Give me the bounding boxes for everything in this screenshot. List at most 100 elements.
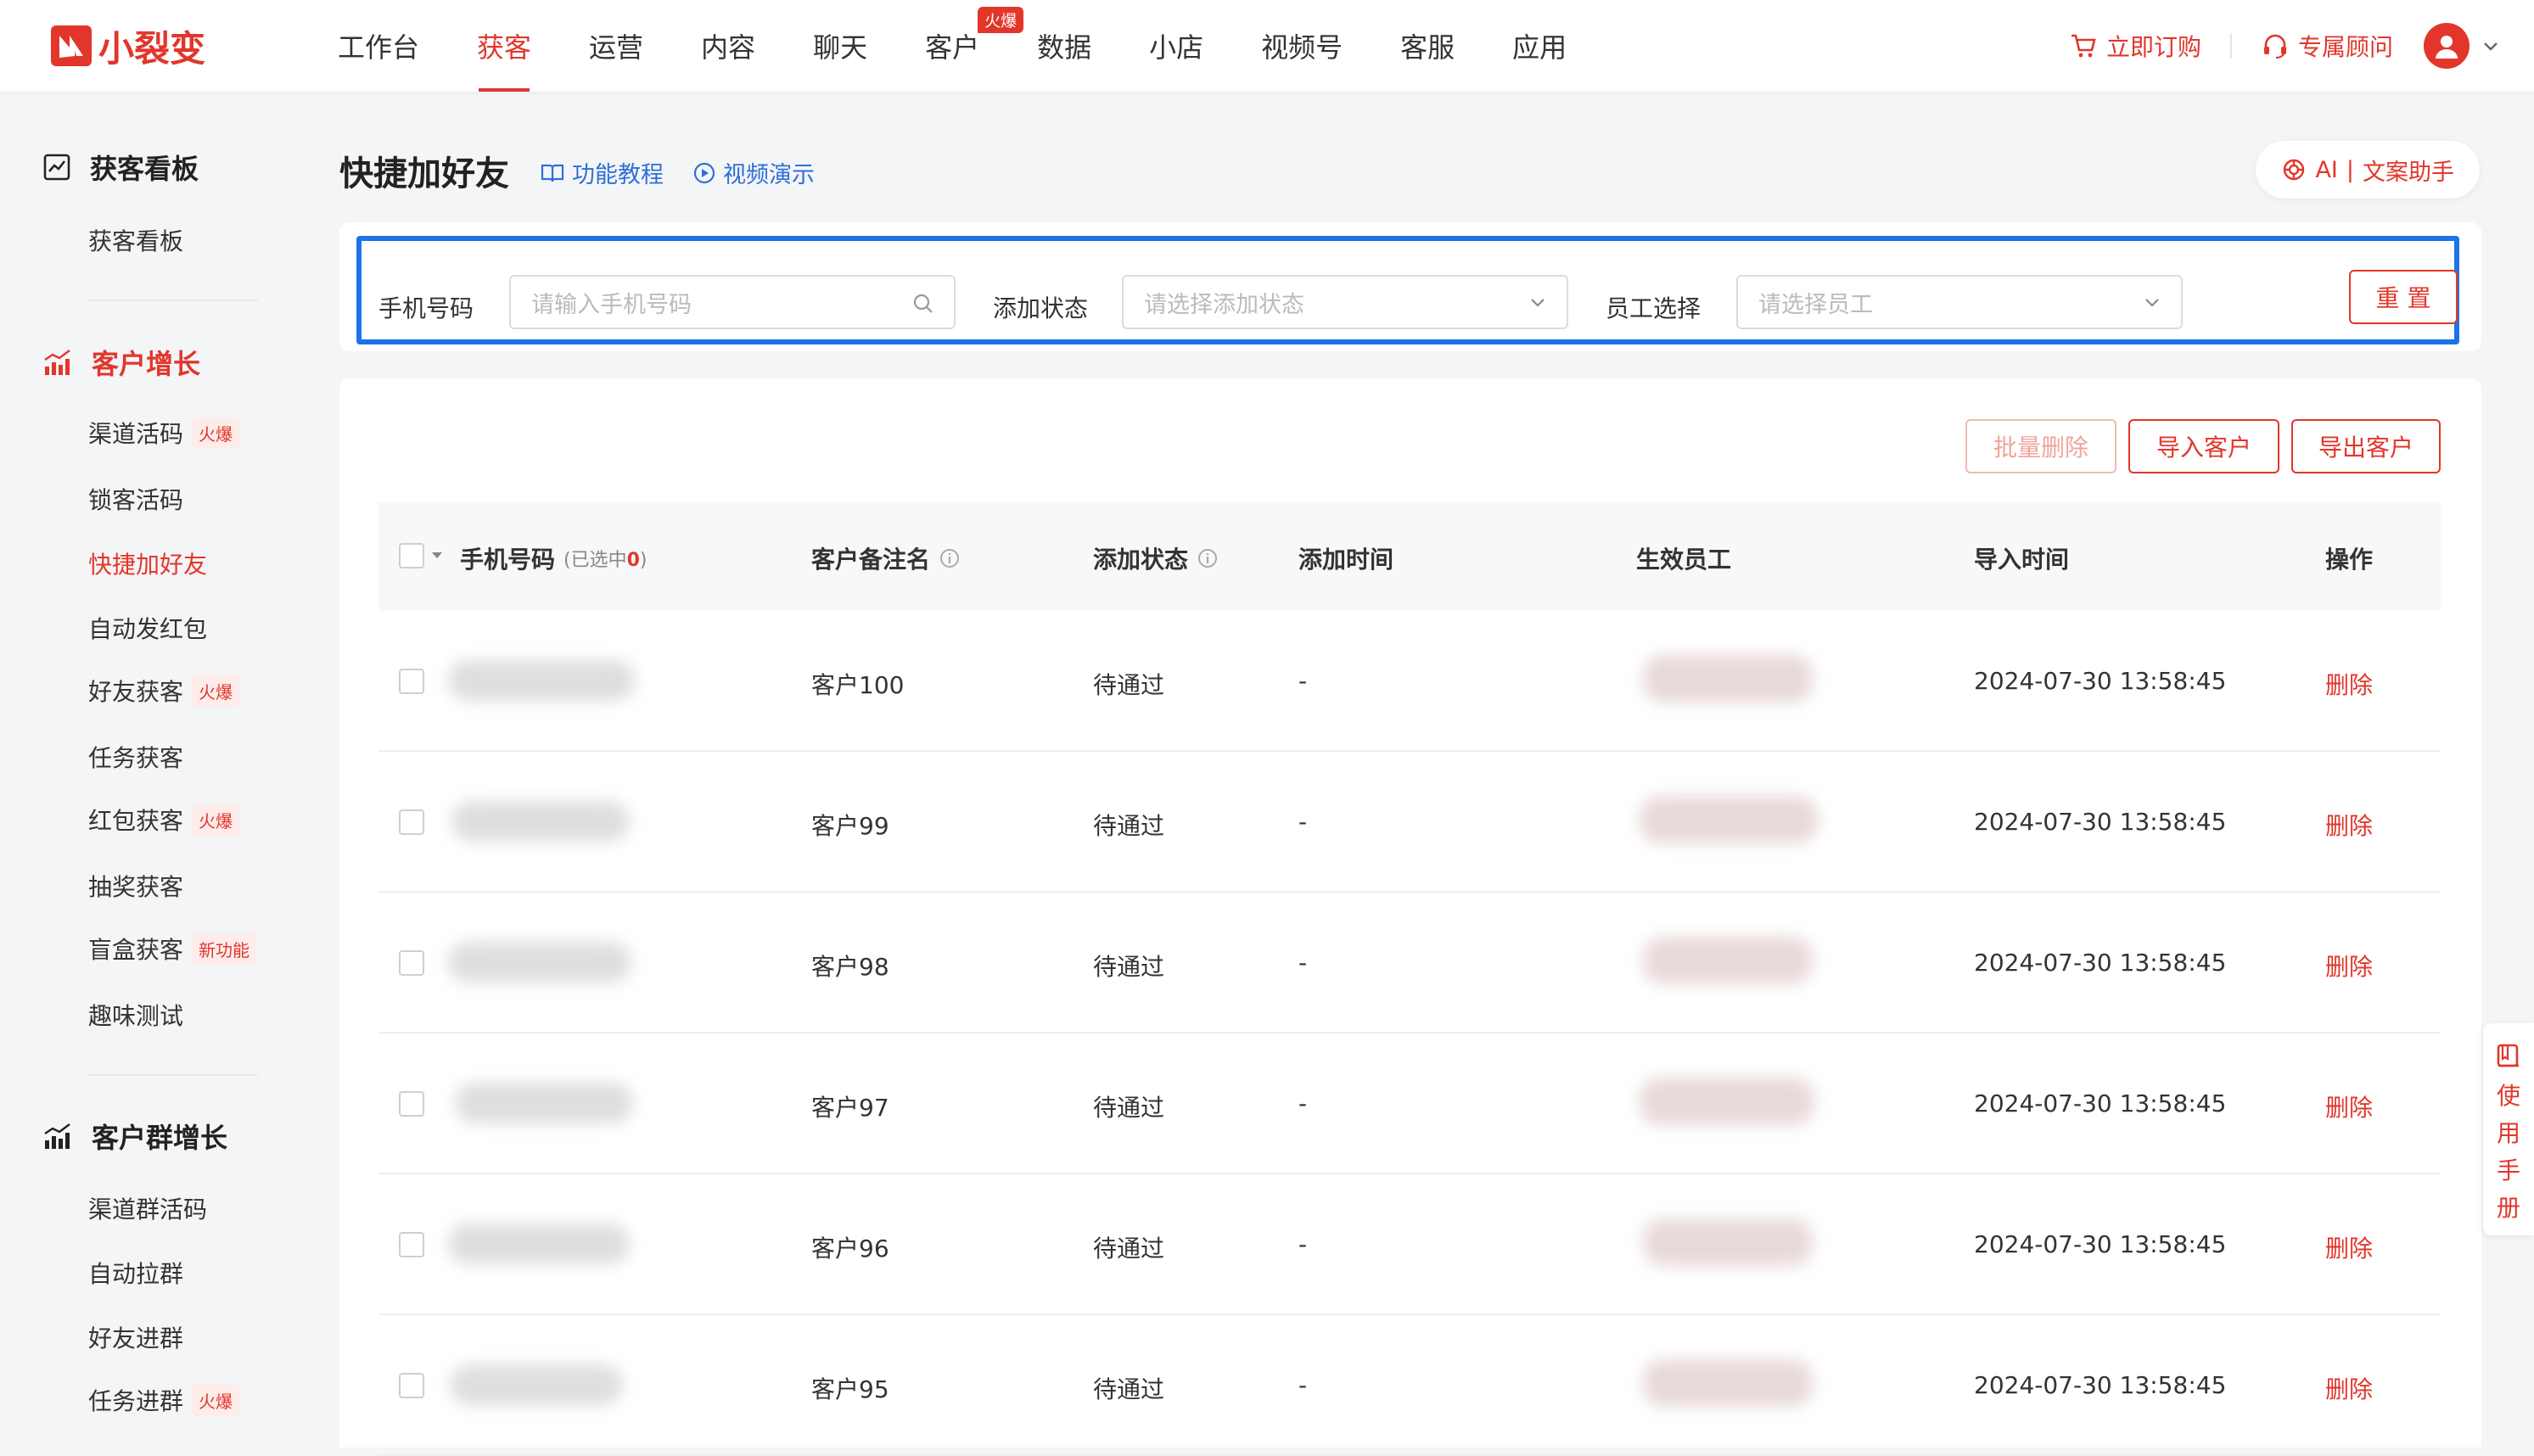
divider <box>2229 33 2232 59</box>
table-row: 客户96 待通过 - 2024-07-30 13:58:45 删除 <box>378 1174 2441 1315</box>
info-icon[interactable] <box>939 547 961 569</box>
status-cell: 待通过 <box>1093 671 1165 699</box>
sidebar-item-fun-quiz[interactable]: 趣味测试 <box>88 998 183 1032</box>
order-now-label: 立即订购 <box>2105 33 2201 61</box>
nav-item-chat[interactable]: 聊天 <box>813 0 867 92</box>
reset-button[interactable]: 重 置 <box>2349 270 2458 324</box>
nav-item-channels[interactable]: 视频号 <box>1261 0 1343 92</box>
sidebar-item-friend-acquire[interactable]: 好友获客 火爆 <box>88 674 240 708</box>
row-checkbox[interactable] <box>399 950 424 976</box>
play-circle-icon <box>693 162 715 183</box>
import-customer-button[interactable]: 导入客户 <box>2128 419 2279 473</box>
select-all-checkbox[interactable] <box>399 543 424 568</box>
sidebar-item-red-packet-acquire[interactable]: 红包获客 火爆 <box>88 803 240 837</box>
sidebar-item-lottery-acquire[interactable]: 抽奖获客 <box>88 869 183 903</box>
nav-item-shop[interactable]: 小店 <box>1149 0 1203 92</box>
nav-item-data[interactable]: 数据 <box>1037 0 1091 92</box>
nav-label: 小店 <box>1149 31 1204 64</box>
delete-link[interactable]: 删除 <box>2325 808 2373 842</box>
phone-search-input[interactable]: 请输入手机号码 <box>509 275 956 329</box>
chevron-down-icon[interactable] <box>2481 36 2500 55</box>
add-time-cell: - <box>1298 667 1308 695</box>
divider <box>88 1074 258 1076</box>
selected-suffix: ) <box>639 550 648 571</box>
nav-item-acquire[interactable]: 获客 <box>477 0 531 92</box>
nav-item-customer[interactable]: 客户 火爆 <box>925 0 1024 92</box>
sidebar-group-group-growth[interactable]: 客户群增长 <box>42 1117 227 1156</box>
sidebar-item-channel-group-qr[interactable]: 渠道群活码 <box>88 1191 207 1225</box>
table-row: 客户98 待通过 - 2024-07-30 13:58:45 删除 <box>378 893 2441 1033</box>
staff-select[interactable]: 请选择员工 <box>1736 275 2183 329</box>
column-status: 添加状态 <box>1093 541 1219 575</box>
phone-filter-label: 手机号码 <box>378 294 474 322</box>
column-import-time: 导入时间 <box>1974 541 2069 575</box>
row-checkbox[interactable] <box>399 809 424 835</box>
column-import-time-label: 导入时间 <box>1974 546 2070 574</box>
delete-link[interactable]: 删除 <box>2325 1089 2373 1123</box>
advisor-link[interactable]: 专属顾问 <box>2261 29 2393 63</box>
phone-blurred <box>448 660 635 701</box>
sidebar-item-friend-join-group[interactable]: 好友进群 <box>88 1320 183 1354</box>
chart-icon <box>43 154 70 181</box>
ai-icon <box>2284 159 2305 181</box>
info-icon[interactable] <box>1197 547 1219 569</box>
sidebar-item-dashboard[interactable]: 获客看板 <box>88 223 183 257</box>
table-row: 客户95 待通过 - 2024-07-30 13:58:45 删除 <box>378 1315 2441 1456</box>
batch-delete-button[interactable]: 批量删除 <box>1965 419 2116 473</box>
ai-assistant-label: 文案助手 <box>2363 159 2454 186</box>
remark-cell: 客户100 <box>811 671 905 699</box>
table-row: 客户100 待通过 - 2024-07-30 13:58:45 删除 <box>378 611 2441 752</box>
sidebar-group-dashboard[interactable]: 获客看板 <box>42 148 199 187</box>
status-select[interactable]: 请选择添加状态 <box>1122 275 1568 329</box>
sidebar-item-task-join-group[interactable]: 任务进群 火爆 <box>88 1383 240 1417</box>
nav-item-operation[interactable]: 运营 <box>589 0 643 92</box>
user-manual-float[interactable]: 使用手册 <box>2483 1023 2534 1235</box>
staff-placeholder: 请选择员工 <box>1758 291 1873 318</box>
nav-item-content[interactable]: 内容 <box>701 0 755 92</box>
nav-label: 聊天 <box>813 31 868 64</box>
phone-blurred <box>451 801 630 842</box>
sidebar-group-customer-growth[interactable]: 客户增长 <box>42 343 200 382</box>
sidebar-item-task-acquire[interactable]: 任务获客 <box>88 740 183 774</box>
video-demo-link[interactable]: 视频演示 <box>692 156 815 189</box>
sidebar-item-channel-qr[interactable]: 渠道活码 火爆 <box>88 416 240 450</box>
import-time-cell: 2024-07-30 13:58:45 <box>1974 1089 2227 1117</box>
delete-link[interactable]: 删除 <box>2325 1230 2373 1264</box>
order-now-link[interactable]: 立即订购 <box>2069 29 2201 63</box>
delete-link[interactable]: 删除 <box>2325 667 2373 701</box>
nav-item-service[interactable]: 客服 <box>1400 0 1455 92</box>
staff-blurred <box>1643 937 1813 984</box>
sidebar-item-auto-pull-group[interactable]: 自动拉群 <box>88 1256 183 1290</box>
nav-item-workbench[interactable]: 工作台 <box>338 0 419 92</box>
export-customer-button[interactable]: 导出客户 <box>2291 419 2441 473</box>
brand-logo[interactable]: 小裂变 <box>51 22 205 70</box>
status-cell: 待通过 <box>1093 953 1165 981</box>
selected-count: (已选中0) <box>563 545 648 572</box>
delete-link[interactable]: 删除 <box>2325 949 2373 983</box>
selected-count-value: 0 <box>626 550 640 571</box>
phone-blurred <box>455 1083 633 1123</box>
row-checkbox[interactable] <box>399 669 424 694</box>
tutorial-link[interactable]: 功能教程 <box>540 156 664 189</box>
caret-down-icon[interactable] <box>431 552 443 560</box>
remark-cell: 客户95 <box>811 1375 889 1403</box>
row-checkbox[interactable] <box>399 1232 424 1257</box>
user-avatar[interactable] <box>2424 23 2470 69</box>
chevron-down-icon <box>2145 299 2159 307</box>
sidebar-item-label: 快捷加好友 <box>88 551 208 579</box>
filter-card: 手机号码 请输入手机号码 添加状态 请选择添加状态 员工选择 请选择员工 重 置 <box>339 222 2481 351</box>
staff-blurred <box>1643 655 1813 703</box>
nav-item-apps[interactable]: 应用 <box>1512 0 1567 92</box>
row-checkbox[interactable] <box>399 1091 424 1117</box>
ai-assistant-button[interactable]: AI | 文案助手 <box>2256 141 2480 199</box>
staff-blurred <box>1643 1359 1813 1407</box>
import-time-cell: 2024-07-30 13:58:45 <box>1974 1371 2227 1399</box>
sidebar-item-blind-box-acquire[interactable]: 盲盒获客 新功能 <box>88 932 257 966</box>
sidebar-item-lock-qr[interactable]: 锁客活码 <box>88 482 183 516</box>
manual-label: 使用手册 <box>2497 1082 2521 1222</box>
sidebar-item-quick-add-friend[interactable]: 快捷加好友 <box>88 546 207 580</box>
sidebar-item-auto-red-packet[interactable]: 自动发红包 <box>88 611 207 645</box>
delete-link[interactable]: 删除 <box>2325 1371 2373 1405</box>
row-checkbox[interactable] <box>399 1373 424 1398</box>
remark-cell: 客户97 <box>811 1094 889 1122</box>
